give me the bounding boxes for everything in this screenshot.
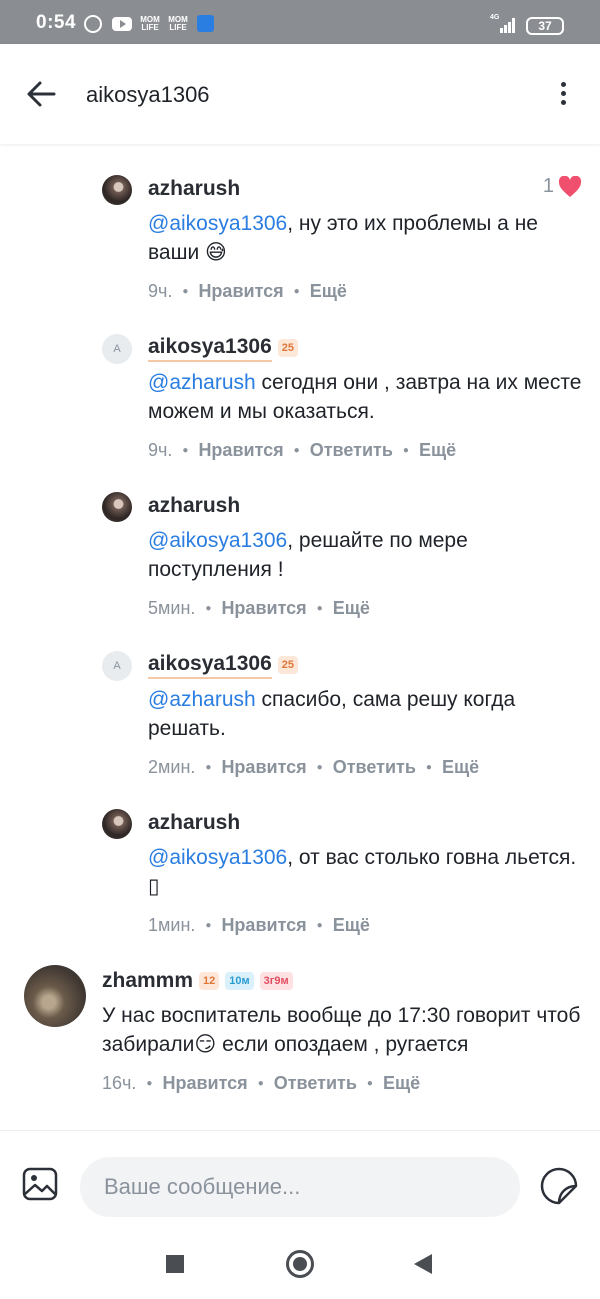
comment-username[interactable]: azharush <box>148 494 240 518</box>
more-button[interactable]: Ещё <box>333 598 370 619</box>
comment-text: @azharush сегодня они , завтра на их мес… <box>148 371 582 423</box>
more-button[interactable]: Ещё <box>442 757 479 778</box>
avatar[interactable] <box>24 965 86 1027</box>
sticker-icon[interactable] <box>540 1167 578 1205</box>
comment-time: 2мин. <box>148 757 196 777</box>
app-header: aikosya1306 <box>0 44 600 144</box>
image-icon[interactable] <box>22 1167 58 1201</box>
system-nav-bar <box>0 1228 600 1299</box>
avatar[interactable] <box>102 809 132 839</box>
comment-content: aikosya1306 25 @azharush спасибо, сама ре… <box>148 651 588 778</box>
avatar[interactable]: A <box>102 651 132 681</box>
message-input[interactable] <box>80 1157 520 1217</box>
comment-content: aikosya1306 25 @azharush сегодня они , за… <box>148 334 588 461</box>
triangle-back-icon[interactable] <box>414 1254 432 1274</box>
comment-time: 9ч. <box>148 281 173 301</box>
comment-meta: 5мин. ● Нравится ● Ещё <box>148 598 370 619</box>
mention-link[interactable]: @aikosya1306 <box>148 846 287 869</box>
mention-link[interactable]: @azharush <box>148 688 256 711</box>
page-title: aikosya1306 <box>86 82 210 107</box>
comment-username[interactable]: zhammm <box>102 969 193 993</box>
comment-username[interactable]: aikosya1306 <box>148 652 272 679</box>
avatar[interactable]: A <box>102 334 132 364</box>
comment-text: У нас воспитатель вообще до 17:30 говори… <box>102 1004 581 1056</box>
comment-meta: 1мин. ● Нравится ● Ещё <box>148 915 370 936</box>
like-button[interactable]: Нравится <box>198 281 283 302</box>
battery-icon: 37 <box>526 17 564 35</box>
comments-list: 1 azharush @aikosya1306, ну это их пробл… <box>0 145 600 1130</box>
signal-icon <box>500 17 518 33</box>
like-button[interactable]: Нравится <box>221 598 306 619</box>
mention-link[interactable]: @aikosya1306 <box>148 212 287 235</box>
mention-link[interactable]: @aikosya1306 <box>148 529 287 552</box>
comment-meta: 2мин. ● Нравится ● Ответить ● Ещё <box>148 757 480 778</box>
alarm-icon <box>84 15 102 33</box>
avatar[interactable] <box>102 175 132 205</box>
comment-meta: 16ч. ● Нравится ● Ответить ● Ещё <box>102 1073 421 1094</box>
reply-button[interactable]: Ответить <box>310 440 393 461</box>
like-button[interactable]: Нравится <box>221 757 306 778</box>
more-button[interactable]: Ещё <box>419 440 456 461</box>
status-bar: 0:54 MOM LIFE MOM LIFE 4G 37 <box>0 0 600 44</box>
comment-meta: 9ч. ● Нравится ● Ещё <box>148 281 347 302</box>
child-age-badge: 3г9м <box>259 972 293 990</box>
comment-username[interactable]: azharush <box>148 811 240 835</box>
avatar[interactable] <box>102 492 132 522</box>
mention-link[interactable]: @azharush <box>148 371 256 394</box>
youtube-icon <box>112 17 132 31</box>
message-composer <box>0 1130 600 1228</box>
comment-time: 5мин. <box>148 598 196 618</box>
like-button[interactable]: Нравится <box>162 1073 247 1094</box>
mom-life-icon: MOM LIFE <box>140 15 160 32</box>
like-button[interactable]: Нравится <box>221 915 306 936</box>
comment-text: @aikosya1306, ну это их проблемы а не ва… <box>148 212 538 264</box>
child-age-badge: 10м <box>225 972 254 990</box>
mom-life-icon: MOM LIFE <box>168 15 188 32</box>
reply-button[interactable]: Ответить <box>333 757 416 778</box>
status-time: 0:54 <box>36 12 77 33</box>
level-badge: 25 <box>277 656 299 674</box>
comment-username[interactable]: aikosya1306 <box>148 335 272 362</box>
level-badge: 12 <box>199 972 220 990</box>
reply-button[interactable]: Ответить <box>274 1073 357 1094</box>
level-badge: 25 <box>277 339 299 357</box>
comment-content: zhammm 12 10м 3г9м У нас воспитатель воо… <box>102 967 582 1094</box>
like-button[interactable]: Нравится <box>198 440 283 461</box>
comment-content: azharush @aikosya1306, решайте по мере п… <box>148 492 588 619</box>
circle-home-icon[interactable] <box>286 1250 314 1278</box>
comment-time: 9ч. <box>148 440 173 460</box>
comment-content: azharush @aikosya1306, от вас столько го… <box>148 809 588 936</box>
back-arrow-icon[interactable] <box>22 74 62 114</box>
comment-time: 16ч. <box>102 1073 137 1093</box>
comment-content: azharush @aikosya1306, ну это их проблем… <box>148 175 588 302</box>
comment-meta: 9ч. ● Нравится ● Ответить ● Ещё <box>148 440 457 461</box>
comment-username[interactable]: azharush <box>148 177 240 201</box>
comment-text: @azharush спасибо, сама решу когда решат… <box>148 688 516 740</box>
more-button[interactable]: Ещё <box>310 281 347 302</box>
shield-icon <box>197 15 214 32</box>
network-type: 4G <box>490 14 500 21</box>
comment-text: @aikosya1306, решайте по мере поступлени… <box>148 529 468 581</box>
more-button[interactable]: Ещё <box>383 1073 420 1094</box>
comment-time: 1мин. <box>148 915 196 935</box>
more-button[interactable]: Ещё <box>333 915 370 936</box>
square-icon[interactable] <box>166 1255 184 1273</box>
comment-text: @aikosya1306, от вас столько говна льетс… <box>148 846 577 898</box>
more-vertical-icon[interactable] <box>552 78 576 110</box>
